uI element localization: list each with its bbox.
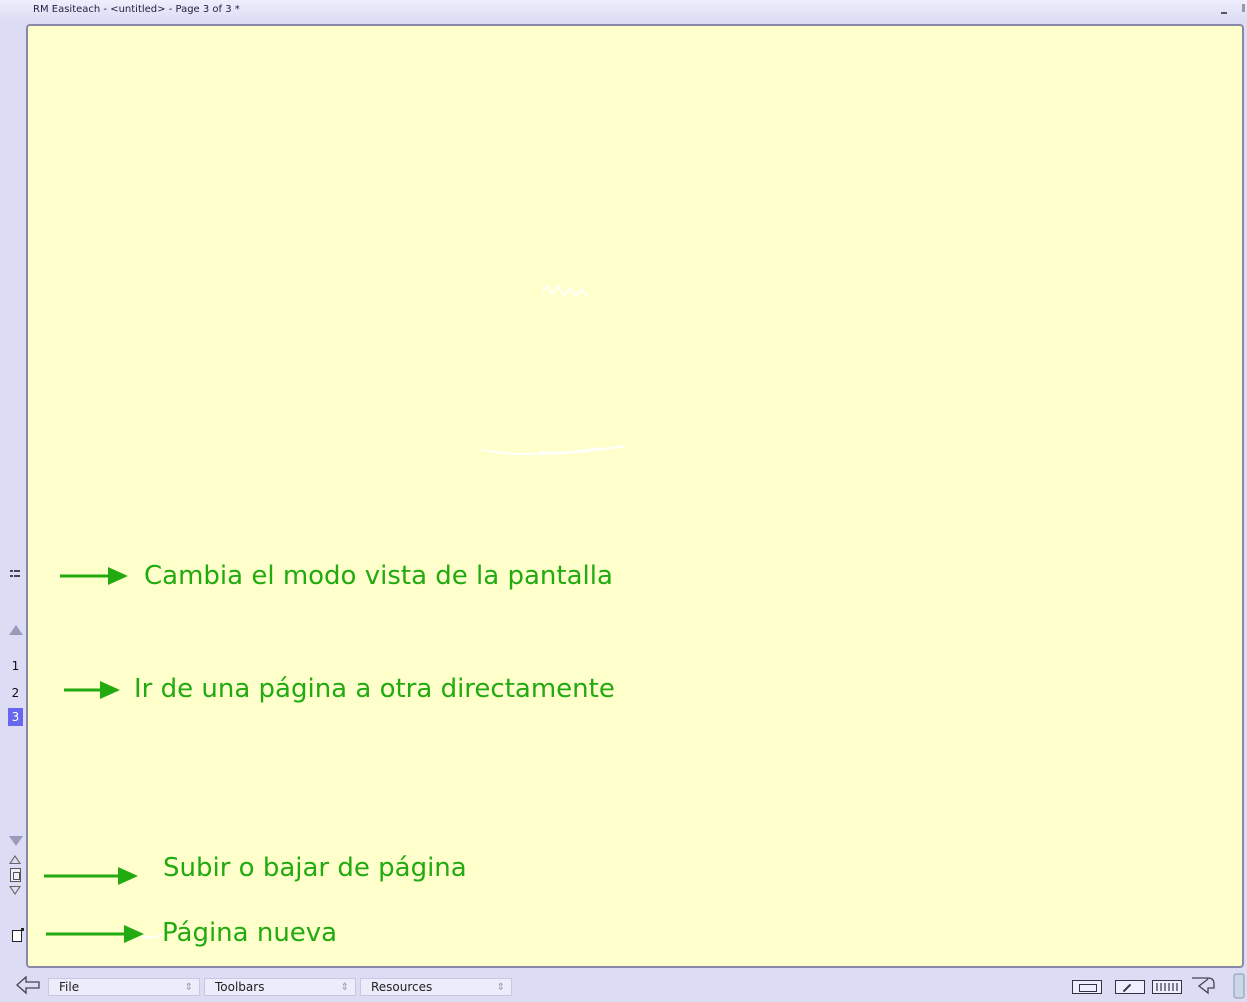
page-sidebar: 1 2 3 [0,22,26,970]
spinner-icon: ⇕ [340,982,349,993]
page-down-icon[interactable] [9,886,21,895]
whiteboard-canvas[interactable] [26,24,1244,968]
pen-tool-icon[interactable] [1115,980,1145,994]
ruler-icon[interactable] [1072,980,1102,994]
page-thumbnail-1[interactable]: 1 [8,657,23,675]
annotation-up-down: Subir o bajar de página [163,853,467,883]
annotation-new-page: Página nueva [162,918,338,948]
page-thumbnail-3[interactable]: 3 [8,708,23,726]
resources-menu-label: Resources [371,980,433,994]
toolbars-menu-label: Toolbars [215,980,265,994]
bottom-toolbar: File ⇕ Toolbars ⇕ Resources ⇕ [0,970,1247,1002]
file-menu-label: File [59,980,80,994]
page-up-icon[interactable] [9,855,21,864]
annotation-arrow-page-nav [64,681,120,699]
annotation-arrow-up-down [44,867,138,885]
spinner-icon: ⇕ [496,982,505,993]
trash-icon[interactable] [1229,972,1247,1000]
annotation-arrow-view-mode [60,567,128,585]
resources-menu[interactable]: Resources ⇕ [360,978,512,996]
new-page-icon[interactable] [12,928,24,942]
window-title: RM Easiteach - <untitled> - Page 3 of 3 … [33,4,240,15]
window-control-partial[interactable] [1242,4,1245,12]
grid-view-icon[interactable] [10,570,20,580]
canvas-scribble-bottom [481,445,625,456]
page-icon[interactable] [10,868,21,882]
back-arrow-icon[interactable] [14,975,42,995]
spinner-icon: ⇕ [184,982,193,993]
file-menu[interactable]: File ⇕ [48,978,200,996]
toolbars-menu[interactable]: Toolbars ⇕ [204,978,356,996]
annotation-view-mode: Cambia el modo vista de la pantalla [144,561,613,591]
triangle-up-icon[interactable] [9,625,23,635]
triangle-down-icon[interactable] [9,836,23,846]
canvas-scribble-top [541,284,589,298]
title-bar: RM Easiteach - <untitled> - Page 3 of 3 … [0,0,1247,22]
page-thumbnail-2[interactable]: 2 [8,684,23,702]
annotation-page-nav: Ir de una página a otra directamente [134,674,615,704]
redo-arrow-icon[interactable] [1188,974,1218,996]
minimize-button[interactable] [1221,6,1229,14]
keyboard-icon[interactable] [1152,980,1182,994]
annotation-arrow-new-page [46,925,163,943]
